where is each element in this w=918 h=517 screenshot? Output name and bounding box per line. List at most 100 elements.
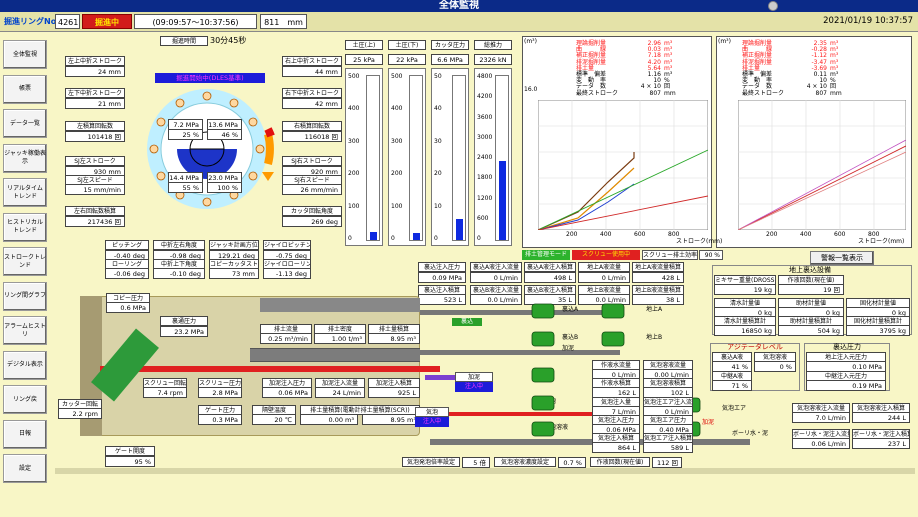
x-tick-label: 200 [766, 231, 778, 238]
right-bottom-stroke-label: 右下中折ストローク [282, 88, 342, 98]
gauge-tick: 0 [348, 235, 352, 242]
red-pipe [100, 366, 440, 372]
sidebar-item-9[interactable]: デジタル表示 [3, 350, 47, 380]
water-total-value: 16850 kg [714, 325, 776, 336]
efficiency-value: 90 % [699, 250, 723, 260]
jack-group4-pct: 100 % [207, 182, 242, 193]
left-top-stroke-label: 左上中折ストローク [65, 56, 125, 66]
inj-volume-value: 523 L [418, 294, 466, 305]
wall-pressure-value: 23.2 MPa [160, 326, 208, 337]
gate-open-value: 95 % [105, 456, 155, 467]
pump-count-value: 112 回 [652, 457, 682, 468]
copy-pressure-value: 0.6 MPa [106, 302, 150, 313]
sidebar-item-3[interactable]: ジャッキ稼働表示 [3, 143, 47, 173]
gyro-roll-value: -1.13 deg [263, 268, 311, 279]
graph-stat-label: 最終ストローク [576, 89, 619, 97]
mud-inj-pressure-value: 0.06 MPa [262, 387, 312, 398]
gauge-track [452, 75, 466, 241]
x-tick-label: 800 [668, 231, 680, 238]
rot-total-value: 217436 回 [65, 216, 125, 227]
right-top-stroke-label: 右上中折ストローク [282, 56, 342, 66]
batch-count-value: 19 回 [778, 284, 844, 295]
ring-number: 4261 [55, 14, 80, 29]
pipe-c [425, 375, 455, 380]
sidebar-item-0[interactable]: 全体監視 [3, 40, 47, 69]
foam-ratio-label: 気泡発泡倍率設定 [402, 457, 460, 467]
settings-icon[interactable] [768, 1, 778, 11]
mid-lr-angle-label: 中折左右角度 [153, 240, 205, 250]
sidebar-item-11[interactable]: 日報 [3, 419, 47, 449]
sidebar-item-5[interactable]: ヒストリカル トレンド [3, 212, 47, 242]
gauge-label: 土圧(上) [345, 40, 383, 50]
gauge-frame: 500 400 300 200 100 0 [345, 68, 383, 246]
agitator-relay-value: 71 % [712, 380, 752, 391]
gauge-tick: 2400 [477, 154, 493, 161]
bulkhead-temp-value: 20 ℃ [252, 414, 296, 425]
mud-inject-tag: 加泥 [455, 372, 493, 382]
elapsed-label: 掘進時間 [160, 36, 208, 46]
x-tick-label: 600 [834, 231, 846, 238]
header-bar: 掘進リングNo. 4261 掘進中 (09:09:57～10:37:56) 81… [0, 12, 918, 32]
foam-inj-total-value: 864 L [592, 442, 640, 453]
graph-stat-value: 807 [815, 89, 827, 97]
mode-banner: 掘進開始中(DLES基準) [155, 73, 265, 83]
graph2-plot [738, 100, 906, 230]
x-tick-label: 400 [800, 231, 812, 238]
gauge-tick: 500 [348, 73, 360, 80]
sidebar-item-6[interactable]: ストロークトレンド [3, 247, 47, 276]
eq-total2-value: 8.95 m³ [362, 414, 420, 425]
sidebar-item-10[interactable]: リング戻 [3, 385, 47, 414]
sidebar-item-1[interactable]: 帳票 [3, 74, 47, 104]
gauge-tick: 50 [434, 73, 442, 80]
cutter-angle-label: カッタ回転角度 [282, 206, 342, 216]
gauge-tick: 0 [391, 235, 395, 242]
gauge-tick: 3000 [477, 133, 493, 141]
gauge-label: カッタ圧力 [431, 40, 469, 50]
jack-group3-pct: 55 % [168, 182, 203, 193]
sidebar-item-12[interactable]: 設定 [3, 454, 47, 483]
copy-cutter-value: 73 mm [209, 268, 259, 279]
sidebar-item-4[interactable]: リアルタイム トレンド [3, 178, 47, 207]
ring-label: 掘進リングNo. [4, 17, 60, 26]
mud-inject-status: 注入中 [455, 382, 493, 392]
x-tick-label: 600 [634, 231, 646, 238]
cutter-rotation-value: 2.2 rpm [58, 408, 102, 419]
mud-inj-total-value: 925 L [368, 387, 420, 398]
screw-indicator: スクリュー使用中 [572, 250, 640, 260]
gauge-tick: 300 [391, 137, 403, 145]
mud-supply-tag: 加泥 [702, 419, 715, 426]
gauge-value: 6.6 MPa [431, 54, 469, 65]
screw-pressure-value: 2.8 MPa [198, 387, 242, 398]
alarm-list-button[interactable]: 警報一覧表示 [810, 251, 874, 265]
left-rot-count-label: 左積算回転数 [65, 121, 125, 131]
mixer-weight-value: 19 kg [714, 284, 776, 295]
foam-sol-total-value: 244 L [852, 412, 910, 423]
gauge-tick: 100 [391, 202, 403, 210]
gauge-label: 土圧(下) [388, 40, 426, 50]
screw-conveyor [250, 348, 420, 362]
pump-count-label: 作液回数(現在値) [590, 457, 650, 467]
surface-a-total-value: 428 L [632, 272, 684, 283]
gauge-frame: 500 400 300 200 100 0 [388, 68, 426, 246]
discharge-volume-value: 8.95 m³ [368, 333, 420, 344]
right-rot-count-value: 116018 回 [282, 131, 342, 142]
stroke-readout: 811 mm [260, 14, 307, 29]
boring-flow-value: 0.06 L/min [792, 438, 850, 449]
surface-a-flow-label: 地上A液流量 [578, 262, 630, 272]
sidebar-item-2[interactable]: データ一覧 [3, 109, 47, 138]
left-sj-stroke-label: SJ左ストローク [65, 156, 125, 166]
gauge-tick: 40 [434, 105, 442, 113]
jack-group1-pct: 25 % [168, 129, 203, 140]
gauge-tick: 300 [348, 137, 360, 145]
foam-ratio-value: 5 倍 [462, 457, 490, 468]
sidebar-item-7[interactable]: リング間グラフ [3, 281, 47, 311]
gyro-pitch-label: ジャイロピッチング [263, 240, 311, 250]
elapsed-value: 30分45秒 [210, 36, 247, 45]
gauge-tick: 3600 [477, 113, 493, 121]
foam-conc-value: 0.7 % [558, 457, 586, 468]
backfill-pressure-title: 裏込圧力 [833, 343, 861, 351]
bottom-strip [55, 468, 915, 474]
sidebar-item-8[interactable]: アラームヒストリ [3, 316, 47, 345]
foam-conc-label: 気泡溶液濃度設定 [494, 457, 556, 467]
datetime: 2021/01/19 10:37:57 [823, 16, 913, 26]
